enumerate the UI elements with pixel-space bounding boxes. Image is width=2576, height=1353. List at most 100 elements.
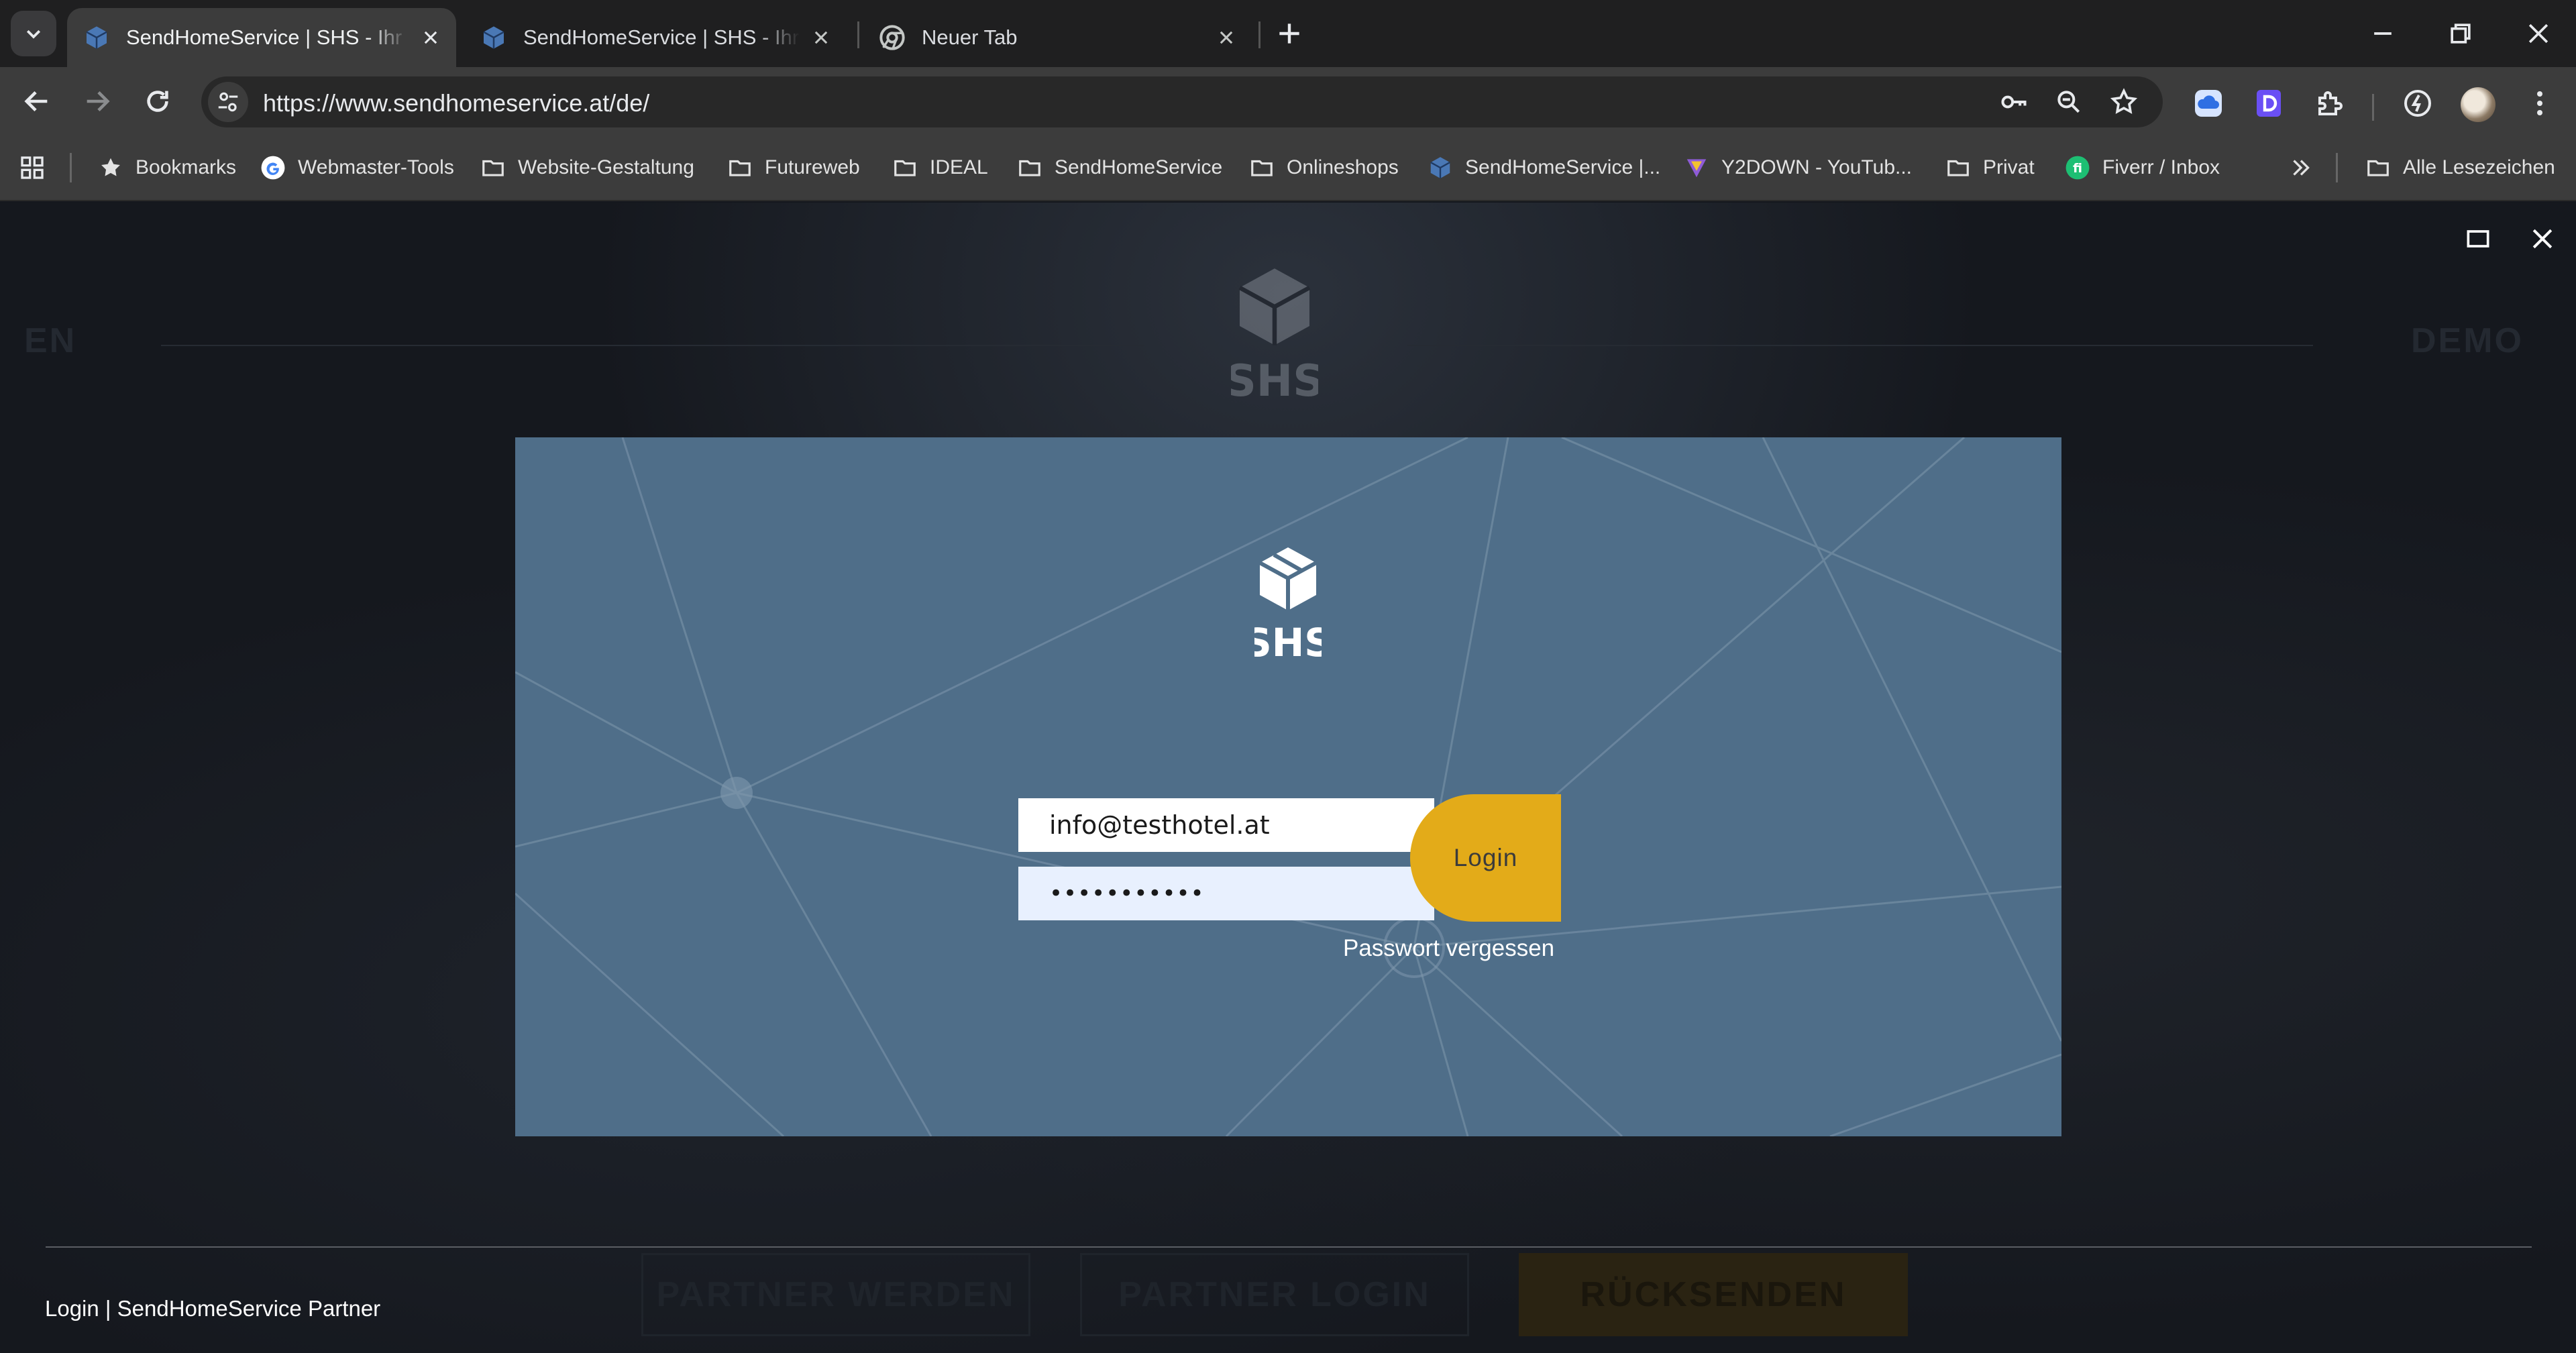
bookmarks-separator xyxy=(70,153,72,182)
bookmark-sendhomeservice-folder[interactable]: SendHomeService xyxy=(1017,153,1222,182)
menu-kebab-icon[interactable] xyxy=(2524,87,2556,119)
tab-title: SendHomeService | SHS - Ihr pr xyxy=(523,25,800,49)
new-tab-plus-icon[interactable] xyxy=(1275,19,1304,48)
bookmark-label: Bookmarks xyxy=(136,156,237,178)
shs-cube-icon xyxy=(1430,157,1450,178)
tune-icon xyxy=(218,92,238,112)
bookmark-label: Alle Lesezeichen xyxy=(2403,156,2555,178)
tab-search-button[interactable] xyxy=(11,11,56,56)
profile-avatar[interactable] xyxy=(2461,87,2496,122)
tab-sendhomeservice-1[interactable]: SendHomeService | SHS - Ihr pr xyxy=(67,8,456,67)
password-field[interactable]: ••••••••••• xyxy=(1018,867,1434,920)
tab-new-tab[interactable]: Neuer Tab xyxy=(863,8,1252,67)
partner-werden-button[interactable]: PARTNER WERDEN xyxy=(641,1253,1030,1336)
shs-cube-icon xyxy=(86,26,107,49)
restore-icon[interactable] xyxy=(2446,19,2475,48)
close-icon[interactable] xyxy=(812,28,830,47)
bookmark-sendhomeservice-page[interactable]: SendHomeService |... xyxy=(1428,153,1660,182)
ruecksenden-button[interactable]: RÜCKSENDEN xyxy=(1519,1253,1908,1336)
google-icon xyxy=(261,156,285,180)
fiverr-icon: fi xyxy=(2065,156,2090,180)
minimize-icon[interactable] xyxy=(2368,19,2398,48)
tab-separator xyxy=(857,21,859,48)
window-close-icon[interactable] xyxy=(2524,19,2553,48)
login-modal: SHS info@testhotel.at ••••••••••• Login … xyxy=(515,437,2061,1136)
tab-sendhomeservice-2[interactable]: SendHomeService | SHS - Ihr pr xyxy=(464,8,847,67)
bookmark-website-gestaltung[interactable]: Website-Gestaltung xyxy=(480,153,694,182)
toolbar-separator xyxy=(2372,94,2374,121)
folder-icon xyxy=(1019,160,1040,176)
folder-icon xyxy=(2367,160,2389,176)
bookmark-label: SendHomeService |... xyxy=(1465,156,1661,178)
back-arrow-icon[interactable] xyxy=(21,86,52,117)
cloud-extension-icon[interactable] xyxy=(2192,87,2224,119)
zoom-icon[interactable] xyxy=(2054,87,2084,117)
tab-title: Neuer Tab xyxy=(922,25,1018,49)
bookmark-onlineshops[interactable]: Onlineshops xyxy=(1249,153,1399,182)
bookmark-label: Privat xyxy=(1983,156,2035,178)
partner-login-button[interactable]: PARTNER LOGIN xyxy=(1080,1253,1469,1336)
apps-grid-icon[interactable] xyxy=(19,154,46,181)
folder-icon xyxy=(894,160,916,176)
d-extension-icon[interactable] xyxy=(2253,87,2285,119)
shs-logo-background: SHS xyxy=(1231,268,1318,405)
language-switch[interactable]: EN xyxy=(24,321,76,361)
forward-arrow-icon[interactable] xyxy=(82,86,113,117)
bookmark-y2down[interactable]: Y2DOWN - YouTub... xyxy=(1684,153,1912,182)
bookmark-bookmarks[interactable]: Bookmarks xyxy=(98,153,236,182)
bookmark-futureweb[interactable]: Futureweb xyxy=(727,153,860,182)
browser-toolbar: https://www.sendhomeservice.at/de/ xyxy=(0,67,2576,134)
bookmark-label: Website-Gestaltung xyxy=(518,156,694,178)
lightbox-close-icon[interactable] xyxy=(2528,224,2557,254)
lightbox-caption: Login | SendHomeService Partner xyxy=(45,1296,381,1321)
folder-icon xyxy=(1947,160,1969,176)
chevron-double-right-icon[interactable] xyxy=(2289,156,2313,180)
close-icon[interactable] xyxy=(1217,28,1236,47)
close-icon[interactable] xyxy=(421,28,440,47)
bookmark-star-icon[interactable] xyxy=(2109,87,2139,117)
bookmark-fiverr-inbox[interactable]: fi Fiverr / Inbox xyxy=(2065,153,2220,182)
bookmark-label: Futureweb xyxy=(765,156,860,178)
demo-link[interactable]: DEMO xyxy=(2411,321,2524,361)
bookmark-webmaster-tools[interactable]: Webmaster-Tools xyxy=(260,153,454,182)
logo-text: SHS xyxy=(1254,620,1322,660)
maximize-icon[interactable] xyxy=(2463,224,2493,254)
bookmark-label: Webmaster-Tools xyxy=(298,156,454,178)
password-key-icon[interactable] xyxy=(1999,87,2029,117)
folder-icon xyxy=(1251,160,1273,176)
tab-separator xyxy=(1258,21,1260,48)
header-divider xyxy=(1407,345,2313,346)
reload-icon[interactable] xyxy=(142,86,173,117)
folder-icon xyxy=(482,160,504,176)
chevron-down-icon xyxy=(26,30,41,39)
bookmarks-separator xyxy=(2336,153,2338,182)
shs-logo: SHS xyxy=(1254,547,1322,660)
bookmark-ideal[interactable]: IDEAL xyxy=(892,153,988,182)
tab-title: SendHomeService | SHS - Ihr pr xyxy=(126,25,409,49)
chrome-icon xyxy=(879,25,905,50)
forgot-password-link[interactable]: Passwort vergessen xyxy=(1343,935,1554,962)
lightbox-caption-divider xyxy=(46,1246,2532,1248)
bookmark-label: IDEAL xyxy=(930,156,988,178)
bookmark-privat[interactable]: Privat xyxy=(1945,153,2035,182)
bookmark-all-bookmarks[interactable]: Alle Lesezeichen xyxy=(2365,153,2555,182)
url-text[interactable]: https://www.sendhomeservice.at/de/ xyxy=(263,89,649,117)
performance-icon[interactable] xyxy=(2402,87,2434,119)
header-divider xyxy=(161,345,1144,346)
bookmark-label: Y2DOWN - YouTub... xyxy=(1721,156,1913,178)
email-field[interactable]: info@testhotel.at xyxy=(1018,798,1434,852)
shs-cube-icon xyxy=(483,26,504,49)
address-bar[interactable]: https://www.sendhomeservice.at/de/ xyxy=(201,76,2163,127)
tab-strip: SendHomeService | SHS - Ihr pr SendHomeS… xyxy=(0,0,2576,67)
bookmark-label: Fiverr / Inbox xyxy=(2102,156,2220,178)
extensions-puzzle-icon[interactable] xyxy=(2313,87,2345,119)
svg-text:fi: fi xyxy=(2073,161,2082,176)
folder-icon xyxy=(729,160,751,176)
network-lines-background xyxy=(515,437,2061,1136)
y2down-icon xyxy=(1686,159,1707,178)
web-page: EN DEMO SHS PARTNER WERDEN PARTNER LOGIN… xyxy=(0,203,2576,1353)
star-icon xyxy=(101,158,120,176)
login-button[interactable]: Login xyxy=(1410,794,1561,922)
site-info-button[interactable] xyxy=(208,82,248,122)
logo-text: SHS xyxy=(1231,356,1318,405)
